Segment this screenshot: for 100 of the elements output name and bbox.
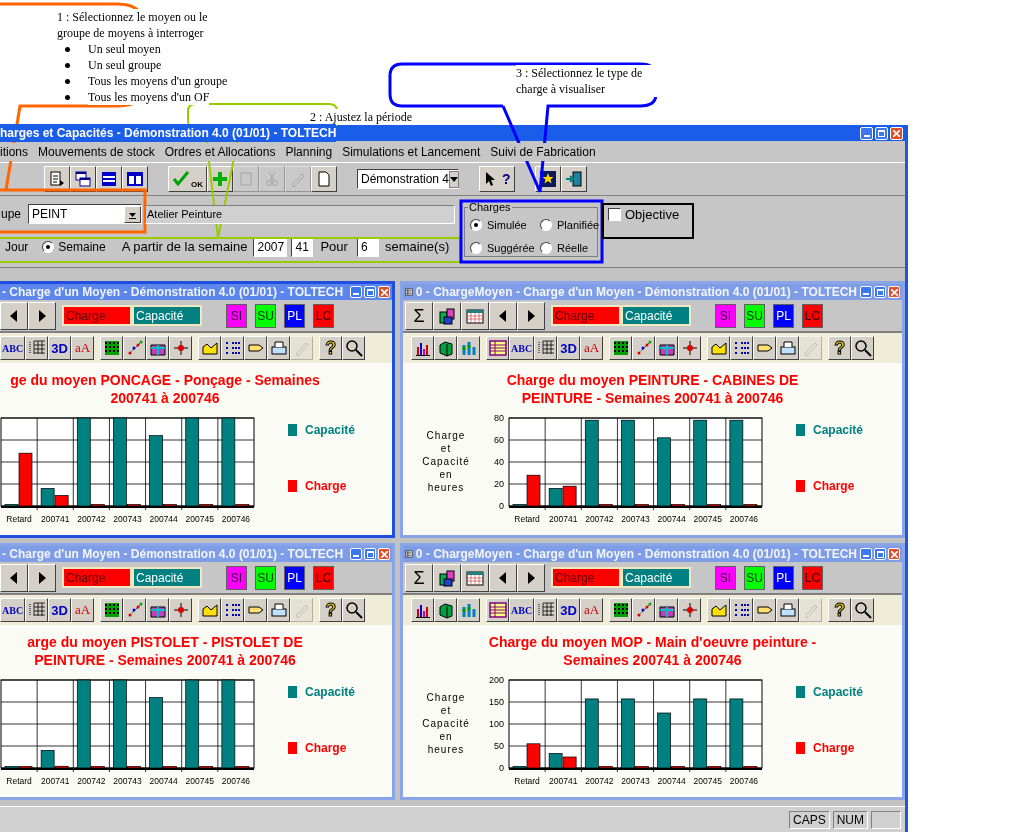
- toolbar-button[interactable]: [198, 598, 222, 622]
- mode-button[interactable]: SI: [715, 565, 736, 590]
- toolbar-button[interactable]: [25, 336, 49, 360]
- toolbar-button[interactable]: [655, 598, 679, 622]
- toolbar-button[interactable]: [411, 336, 434, 360]
- toolbar-button[interactable]: [457, 336, 480, 360]
- mode-button[interactable]: LC: [313, 303, 334, 328]
- mode-button[interactable]: LC: [313, 565, 334, 590]
- radio-button[interactable]: [540, 241, 552, 254]
- mode-button[interactable]: SI: [226, 303, 247, 328]
- toolbar-button[interactable]: [457, 598, 480, 622]
- toolbar-button[interactable]: [707, 336, 731, 360]
- toolbar-button[interactable]: [730, 598, 754, 622]
- maximize-button[interactable]: [364, 548, 376, 560]
- toolbar-button[interactable]: ABC: [509, 336, 535, 360]
- toolbar-button[interactable]: [311, 166, 337, 192]
- toolbar-button[interactable]: aA: [580, 336, 604, 360]
- toolbar-button[interactable]: [221, 336, 245, 360]
- mode-button[interactable]: SU: [744, 565, 765, 590]
- radio-button[interactable]: [470, 241, 482, 254]
- toolbar-button[interactable]: aA: [71, 598, 95, 622]
- mode-button[interactable]: SI: [226, 565, 247, 590]
- toolbar-button[interactable]: [342, 336, 366, 360]
- toolbar-button[interactable]: [100, 598, 124, 622]
- menu-item[interactable]: Suivi de Fabrication: [490, 142, 596, 161]
- toolbar-button[interactable]: [753, 336, 777, 360]
- toolbar-button[interactable]: [0, 563, 28, 592]
- toolbar-button[interactable]: [28, 563, 56, 592]
- toolbar-button[interactable]: [434, 598, 457, 622]
- toolbar-button[interactable]: [776, 336, 800, 360]
- toolbar-button[interactable]: [28, 301, 56, 330]
- toolbar-button[interactable]: [678, 598, 702, 622]
- toolbar-button[interactable]: [169, 598, 193, 622]
- toolbar-button[interactable]: [244, 336, 268, 360]
- minimize-button[interactable]: [860, 126, 873, 140]
- toolbar-button[interactable]: [486, 598, 509, 622]
- mode-button[interactable]: PL: [284, 303, 305, 328]
- mode-button[interactable]: LC: [802, 303, 823, 328]
- toolbar-button[interactable]: aA: [71, 336, 95, 360]
- toolbar-button[interactable]: [486, 336, 509, 360]
- minimize-button[interactable]: [350, 548, 362, 560]
- toolbar-button[interactable]: [489, 301, 517, 330]
- minimize-button[interactable]: [350, 286, 362, 298]
- toolbar-button[interactable]: 3D: [48, 336, 72, 360]
- toolbar-button[interactable]: [851, 336, 875, 360]
- toolbar-button[interactable]: [25, 598, 49, 622]
- mode-button[interactable]: SI: [715, 303, 736, 328]
- mode-button[interactable]: SU: [744, 303, 765, 328]
- toolbar-button[interactable]: [776, 598, 800, 622]
- toolbar-button[interactable]: [0, 301, 28, 330]
- menu-item[interactable]: itions: [0, 142, 28, 161]
- radio-button[interactable]: [42, 241, 55, 253]
- toolbar-button[interactable]: [100, 336, 124, 360]
- toolbar-button[interactable]: ?: [479, 166, 515, 192]
- radio-button[interactable]: [540, 219, 552, 232]
- toolbar-button[interactable]: [70, 166, 96, 192]
- toolbar-button[interactable]: [342, 598, 366, 622]
- dropdown[interactable]: Démonstration 4: [357, 169, 459, 189]
- toolbar-button[interactable]: [433, 301, 461, 330]
- toolbar-button[interactable]: [655, 336, 679, 360]
- toolbar-button[interactable]: aA: [580, 598, 604, 622]
- close-button[interactable]: [888, 548, 900, 560]
- toolbar-button[interactable]: [730, 336, 754, 360]
- toolbar-button[interactable]: [678, 336, 702, 360]
- toolbar-button[interactable]: [267, 598, 291, 622]
- toolbar-button[interactable]: [267, 336, 291, 360]
- toolbar-button[interactable]: [560, 166, 587, 192]
- close-button[interactable]: [888, 286, 900, 298]
- toolbar-button[interactable]: Σ: [405, 301, 433, 330]
- toolbar-button[interactable]: [44, 166, 70, 192]
- toolbar-button[interactable]: [461, 563, 489, 592]
- toolbar-button[interactable]: ABC: [509, 598, 535, 622]
- toolbar-button[interactable]: Σ: [405, 563, 433, 592]
- toolbar-button[interactable]: [198, 336, 222, 360]
- toolbar-button[interactable]: [146, 336, 170, 360]
- dropdown-button[interactable]: [449, 170, 460, 188]
- toolbar-button[interactable]: [707, 598, 731, 622]
- toolbar-button[interactable]: [489, 563, 517, 592]
- toolbar-button[interactable]: 3D: [557, 598, 581, 622]
- toolbar-button[interactable]: ABC: [0, 598, 26, 622]
- toolbar-button[interactable]: [411, 598, 434, 622]
- close-button[interactable]: [378, 548, 390, 560]
- mode-button[interactable]: SU: [255, 565, 276, 590]
- toolbar-button[interactable]: [461, 301, 489, 330]
- maximize-button[interactable]: [364, 286, 376, 298]
- toolbar-button[interactable]: [534, 598, 558, 622]
- toolbar-button[interactable]: [122, 166, 148, 192]
- checkbox[interactable]: [608, 208, 621, 221]
- toolbar-button[interactable]: OK: [168, 166, 207, 192]
- toolbar-button[interactable]: [244, 598, 268, 622]
- toolbar-button[interactable]: [169, 336, 193, 360]
- maximize-button[interactable]: [874, 548, 886, 560]
- toolbar-button[interactable]: [123, 598, 147, 622]
- toolbar-button[interactable]: [433, 563, 461, 592]
- mode-button[interactable]: PL: [773, 565, 794, 590]
- toolbar-button[interactable]: [609, 336, 633, 360]
- maximize-button[interactable]: [874, 286, 886, 298]
- minimize-button[interactable]: [860, 286, 872, 298]
- toolbar-button[interactable]: ABC: [0, 336, 26, 360]
- toolbar-button[interactable]: [146, 598, 170, 622]
